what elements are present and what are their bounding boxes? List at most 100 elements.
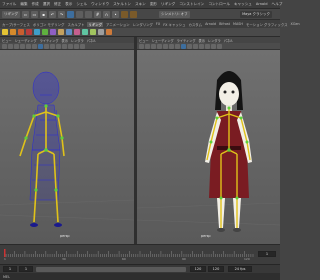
shelf-tab[interactable]: ポリゴン モデリング [33, 22, 65, 27]
menu-item[interactable]: ヘルプ [272, 2, 283, 7]
panel-menu-item[interactable]: パネル [224, 38, 234, 43]
save-scene-icon[interactable]: ▪ [40, 10, 47, 18]
lights-icon[interactable] [193, 43, 198, 49]
menu-item[interactable]: ウィンドウ [91, 2, 109, 7]
range-slider[interactable] [36, 267, 186, 272]
menu-item[interactable]: シェル [76, 2, 87, 7]
snap-point-icon[interactable]: • [112, 10, 119, 18]
bookmark-icon[interactable] [151, 43, 156, 49]
xray-icon[interactable] [205, 43, 210, 49]
bind-skin-icon[interactable] [18, 29, 24, 35]
shelf-tab[interactable]: FX キャッシュ [163, 22, 185, 27]
range-end-field[interactable]: 120 [208, 266, 224, 272]
textured-icon[interactable] [187, 43, 192, 49]
shelf-tab[interactable]: スカルプト [67, 22, 84, 27]
shelf-tab[interactable]: XGen [291, 22, 300, 26]
shelf-tab[interactable]: MASH [233, 22, 243, 26]
right-viewport[interactable]: persp [137, 50, 280, 244]
shelf-tab[interactable]: アニメーション [106, 22, 130, 27]
panel-menu-item[interactable]: 表示 [62, 38, 68, 43]
image-plane-icon[interactable] [157, 43, 162, 49]
select-component-icon[interactable] [85, 10, 92, 18]
orient-constraint-icon[interactable] [74, 29, 80, 35]
range-start-field[interactable]: 1 [3, 266, 17, 272]
paint-weights-icon[interactable] [26, 29, 32, 35]
shelf-tab[interactable]: Arnold [205, 22, 216, 26]
time-slider[interactable]: 1 30 60 90 120 1 [0, 244, 280, 264]
camera-icon[interactable] [139, 43, 144, 49]
ik-handle-icon[interactable] [10, 29, 16, 35]
grid-icon[interactable] [163, 43, 168, 49]
menu-item[interactable]: リギング [161, 2, 175, 7]
wireframe-icon[interactable] [175, 43, 180, 49]
menu-item[interactable]: 変形 [150, 2, 157, 7]
menu-item[interactable]: Arnold [256, 2, 268, 6]
shelf-tab[interactable]: モーション グラフィックス [246, 22, 288, 27]
textured-icon[interactable] [50, 43, 55, 49]
grid-icon[interactable] [26, 43, 31, 49]
range-inner-start-field[interactable]: 1 [19, 266, 33, 272]
command-language-label[interactable]: MEL [3, 275, 10, 279]
mode-select[interactable]: リギング [2, 10, 20, 18]
menu-item[interactable]: コンストレイン [179, 2, 204, 7]
menu-item[interactable]: 編集 [20, 2, 27, 7]
isolate-icon[interactable] [217, 43, 222, 49]
redo-icon[interactable]: ↷ [58, 10, 65, 18]
isolate-icon[interactable] [80, 43, 85, 49]
shelf-tab[interactable]: レンダリング [133, 22, 153, 27]
open-scene-icon[interactable]: ▭ [31, 10, 38, 18]
ipr-icon[interactable] [130, 10, 137, 18]
panel-menu-item[interactable]: ライティング [177, 38, 196, 43]
smooth-shade-icon[interactable] [44, 43, 49, 49]
range-inner-end-field[interactable]: 120 [190, 266, 206, 272]
select-hierarchy-icon[interactable] [67, 10, 74, 18]
film-gate-icon[interactable] [169, 43, 174, 49]
new-scene-icon[interactable]: ▫ [22, 10, 29, 18]
left-viewport[interactable]: persp [0, 50, 134, 244]
shelf-tab[interactable]: FX [156, 22, 160, 26]
menu-item[interactable]: 作成 [32, 2, 39, 7]
panel-menu-item[interactable]: シェーディング [152, 38, 174, 43]
snap-curve-icon[interactable]: ∩ [103, 10, 110, 18]
panel-menu-item[interactable]: レンダラ [71, 38, 84, 43]
command-line[interactable]: MEL [0, 273, 280, 280]
blend-shape-icon[interactable] [90, 29, 96, 35]
undo-icon[interactable]: ↶ [49, 10, 56, 18]
joint-tool-icon[interactable] [2, 29, 8, 35]
parent-constraint-icon[interactable] [58, 29, 64, 35]
point-constraint-icon[interactable] [66, 29, 72, 35]
wireframe-icon[interactable] [38, 43, 43, 49]
shelf-tab[interactable]: Bifrost [219, 22, 230, 26]
render-icon[interactable] [121, 10, 128, 18]
menu-item[interactable]: スキン [135, 2, 146, 7]
hik-icon[interactable] [98, 29, 104, 35]
camera-attr-icon[interactable] [145, 43, 150, 49]
panel-menu-item[interactable]: ライティング [40, 38, 59, 43]
shelf-tab[interactable]: カーブ/サーフェス [2, 22, 30, 27]
panel-menu-item[interactable]: レンダラ [208, 38, 221, 43]
menu-item[interactable]: スケルトン [113, 2, 131, 7]
menu-item[interactable]: 修正 [54, 2, 61, 7]
shelf-tab-active[interactable]: リギング [87, 21, 103, 27]
current-frame-marker[interactable] [4, 249, 6, 257]
xray-joints-icon[interactable] [211, 43, 216, 49]
bookmark-icon[interactable] [14, 43, 19, 49]
panel-menu-item[interactable]: ビュー [139, 38, 149, 43]
quick-rig-icon[interactable] [106, 29, 112, 35]
panel-menu-item[interactable]: パネル [87, 38, 97, 43]
snap-grid-icon[interactable]: # [94, 10, 101, 18]
camera-attr-icon[interactable] [8, 43, 13, 49]
panel-menu-item[interactable]: 表示 [199, 38, 205, 43]
menu-item[interactable]: コントロール [208, 2, 230, 7]
menu-item[interactable]: ファイル [2, 2, 16, 7]
shadows-icon[interactable] [62, 43, 67, 49]
xray-joints-icon[interactable] [74, 43, 79, 49]
panel-menu-item[interactable]: シェーディング [15, 38, 37, 43]
xray-icon[interactable] [68, 43, 73, 49]
camera-icon[interactable] [2, 43, 7, 49]
menu-item[interactable]: 表示 [65, 2, 72, 7]
locator-icon[interactable] [34, 29, 40, 35]
lattice-icon[interactable] [50, 29, 56, 35]
aim-constraint-icon[interactable] [82, 29, 88, 35]
cluster-icon[interactable] [42, 29, 48, 35]
